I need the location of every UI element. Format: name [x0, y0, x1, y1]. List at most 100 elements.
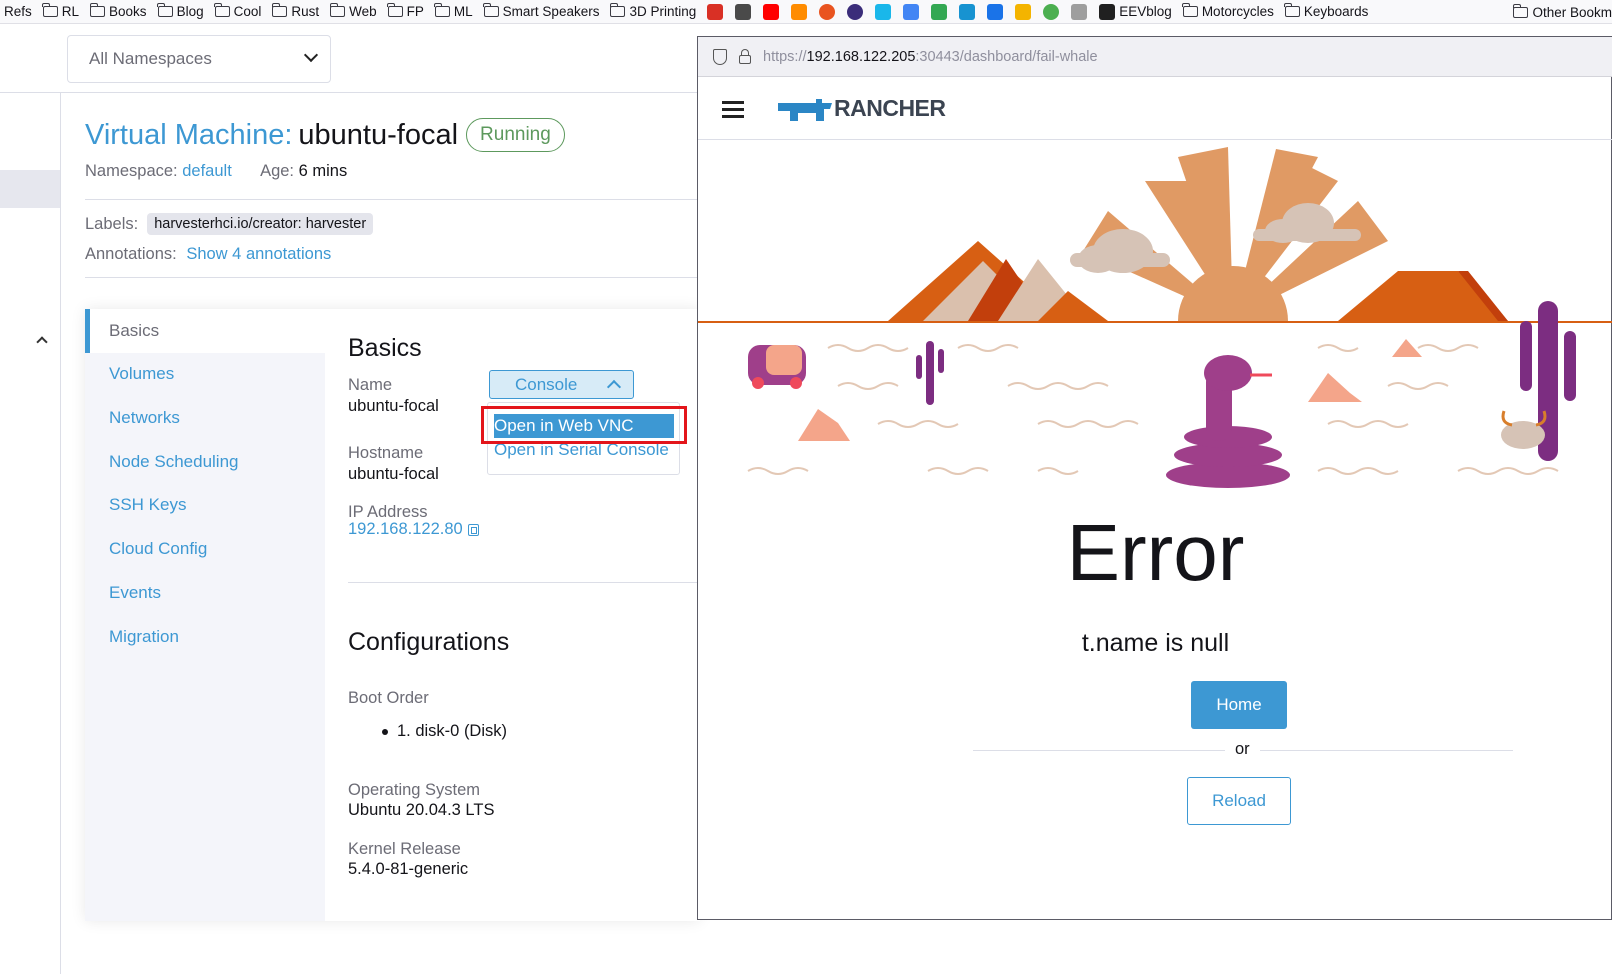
- folder-icon: [214, 3, 230, 17]
- screen: Refs RL Books Blog Cool Rust Web FP ML S…: [0, 0, 1612, 974]
- bookmark-eevblog[interactable]: EEVblog: [1099, 3, 1172, 20]
- bookmark-web[interactable]: Web: [329, 3, 377, 19]
- bookmark-label: Refs: [4, 4, 32, 19]
- annotations-row: Annotations: Show 4 annotations: [85, 245, 331, 264]
- shield-icon[interactable]: [713, 48, 727, 65]
- docs-icon[interactable]: [735, 3, 752, 20]
- boot-order-value: 1. disk-0 (Disk): [397, 722, 508, 740]
- chevron-up-icon: [606, 379, 622, 395]
- bookmark-books[interactable]: Books: [89, 3, 147, 19]
- bookmark-label: Cool: [233, 4, 262, 19]
- tab-label: Migration: [109, 627, 179, 646]
- tab-node-scheduling[interactable]: Node Scheduling: [85, 440, 325, 484]
- url-host: 192.168.122.205: [806, 48, 916, 65]
- tab-events[interactable]: Events: [85, 571, 325, 615]
- bookmark-label: Motorcycles: [1201, 4, 1274, 19]
- status-badge: Running: [466, 118, 565, 152]
- maps-icon[interactable]: [931, 3, 948, 20]
- bookmark-blog[interactable]: Blog: [157, 3, 204, 19]
- bookmark-label: ML: [453, 4, 473, 19]
- folder-icon: [1284, 3, 1300, 17]
- bookmark-label: FP: [406, 4, 424, 19]
- highlight-box: [481, 406, 687, 444]
- bookmark-other[interactable]: Other Bookm: [1507, 0, 1612, 23]
- tab-networks[interactable]: Networks: [85, 396, 325, 440]
- show-annotations-link[interactable]: Show 4 annotations: [186, 245, 331, 263]
- bookmark-refs[interactable]: Refs: [4, 4, 32, 19]
- bookmark-label: Blog: [176, 4, 204, 19]
- url-prefix: https://: [763, 48, 807, 65]
- console-button[interactable]: Console: [489, 370, 634, 399]
- bookmark-smart-speakers[interactable]: Smart Speakers: [483, 3, 599, 19]
- sidebar-item-selected[interactable]: [0, 170, 60, 208]
- youtube-icon[interactable]: [763, 3, 780, 20]
- site-icon[interactable]: [1071, 3, 1088, 20]
- error-message: t.name is null: [1081, 629, 1230, 657]
- site-icon[interactable]: [847, 3, 864, 20]
- bookmark-cool[interactable]: Cool: [214, 3, 262, 19]
- folder-icon: [1182, 3, 1198, 17]
- bookmark-3d-printing[interactable]: 3D Printing: [609, 3, 696, 19]
- ip-address[interactable]: 192.168.122.80: [348, 520, 479, 539]
- hostname-label: Hostname: [348, 444, 424, 462]
- sidebar-border: [60, 93, 61, 974]
- bookmark-label: EEVblog: [1119, 4, 1172, 19]
- tab-volumes[interactable]: Volumes: [85, 352, 325, 396]
- translate-icon[interactable]: [903, 3, 920, 20]
- bookmark-label: Rust: [291, 4, 320, 19]
- tab-label: Node Scheduling: [109, 452, 239, 471]
- folder-icon: [89, 3, 106, 17]
- bookmark-keyboards[interactable]: Keyboards: [1284, 3, 1368, 19]
- tab-label: SSH Keys: [109, 495, 187, 514]
- rancher-logo-icon[interactable]: [776, 97, 834, 123]
- bookmark-ml[interactable]: ML: [434, 3, 473, 19]
- namespace-link[interactable]: default: [182, 162, 232, 180]
- configurations-heading: Configurations: [348, 628, 510, 656]
- name-label: Name: [348, 376, 393, 394]
- namespace-select[interactable]: All Namespaces: [67, 35, 331, 83]
- bookmark-rl[interactable]: RL: [42, 3, 79, 19]
- copy-icon[interactable]: [467, 523, 479, 536]
- folder-icon: [387, 3, 403, 17]
- chevron-down-icon: [303, 47, 319, 63]
- tab-label: Networks: [109, 408, 180, 427]
- bookmark-rust[interactable]: Rust: [271, 3, 320, 19]
- resource-kind-link[interactable]: Virtual Machine:: [85, 119, 292, 152]
- folder-icon: [329, 3, 346, 17]
- folder-icon: [483, 3, 499, 17]
- ubuntu-icon[interactable]: [819, 3, 836, 20]
- divider: [85, 277, 700, 278]
- home-button[interactable]: Home: [1191, 681, 1287, 729]
- boot-order-label: Boot Order: [348, 689, 429, 707]
- url-bar[interactable]: https://192.168.122.205:30443/dashboard/…: [698, 37, 1612, 77]
- gmail-icon[interactable]: [707, 3, 724, 20]
- site-icon[interactable]: [1043, 3, 1060, 20]
- labels-row: Labels: harvesterhci.io/creator: harvest…: [85, 213, 374, 235]
- arch-icon[interactable]: [959, 3, 976, 20]
- vimeo-icon[interactable]: [875, 3, 892, 20]
- home-button-label: Home: [1216, 695, 1262, 714]
- tab-ssh-keys[interactable]: SSH Keys: [85, 483, 325, 527]
- calendar-icon[interactable]: [987, 3, 1004, 20]
- hamburger-menu-icon[interactable]: [722, 101, 744, 118]
- tab-migration[interactable]: Migration: [85, 615, 325, 659]
- site-icon[interactable]: [791, 3, 808, 20]
- desert-illustration: [698, 147, 1612, 488]
- os-label: Operating System: [348, 781, 481, 799]
- lock-icon[interactable]: [739, 48, 751, 64]
- chevron-up-icon[interactable]: [36, 336, 48, 348]
- rancher-logo-text[interactable]: RANCHER: [834, 95, 946, 122]
- kernel-label: Kernel Release: [348, 840, 461, 858]
- tab-cloud-config[interactable]: Cloud Config: [85, 527, 325, 571]
- basics-heading: Basics: [348, 334, 422, 362]
- os-value: Ubuntu 20.04.3 LTS: [348, 801, 495, 819]
- bookmark-label: Books: [109, 4, 147, 19]
- tab-label: Events: [109, 583, 161, 602]
- labels-label: Labels:: [85, 214, 139, 233]
- tab-basics[interactable]: Basics: [85, 309, 325, 353]
- bookmark-motorcycles[interactable]: Motorcycles: [1182, 3, 1274, 19]
- site-icon[interactable]: [1015, 3, 1032, 20]
- bookmark-fp[interactable]: FP: [387, 3, 424, 19]
- reload-button[interactable]: Reload: [1187, 777, 1291, 825]
- console-button-label: Console: [515, 374, 578, 394]
